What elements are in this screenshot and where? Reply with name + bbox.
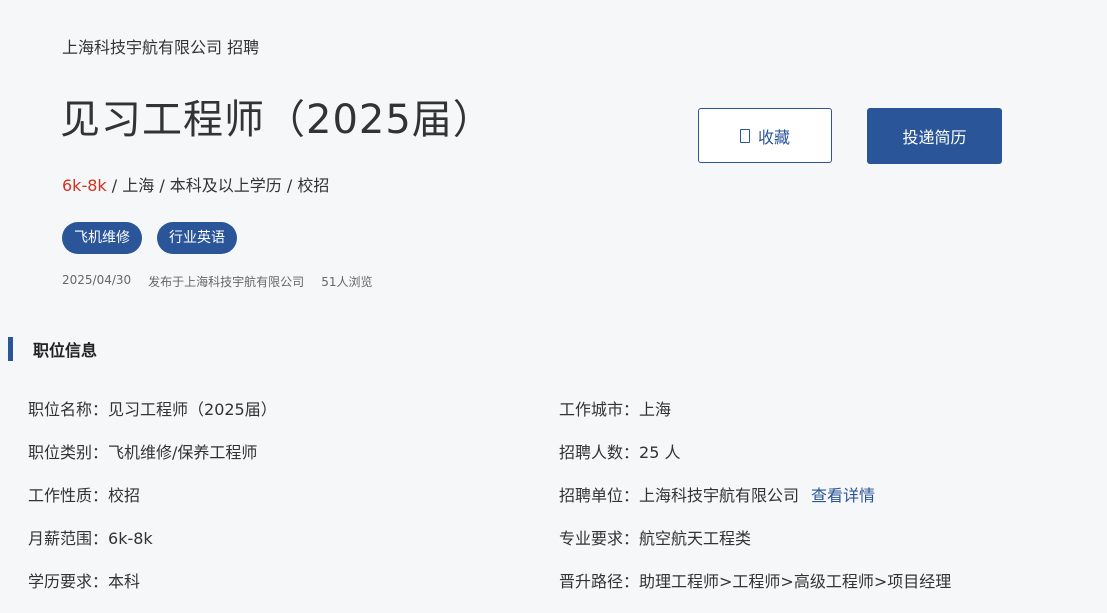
job-meta-line: 6k-8k / 上海 / 本科及以上学历 / 校招 [62,172,329,196]
info-value: 飞机维修/保养工程师 [108,443,258,462]
info-row-job-name: 职位名称：见习工程师（2025届） [28,398,277,441]
view-details-link[interactable]: 查看详情 [811,486,875,505]
info-row-headcount: 招聘人数：25 人 [559,441,951,484]
info-value: 航空航天工程类 [639,529,752,548]
section-title: 职位信息 [33,341,98,360]
apply-resume-button[interactable]: 投递简历 [867,108,1002,164]
info-row-employer: 招聘单位：上海科技宇航有限公司 查看详情 [559,484,951,527]
info-value: 助理工程师>工程师>高级工程师>项目经理 [639,572,952,591]
info-value: 校招 [108,486,141,505]
info-value: 上海 [639,400,672,419]
salary-range: 6k-8k [62,176,107,195]
info-label: 招聘单位： [559,486,640,505]
info-value: 25 人 [639,443,681,462]
info-row-job-category: 职位类别：飞机维修/保养工程师 [28,441,277,484]
section-accent-bar [8,337,13,361]
info-label: 晋升路径： [559,572,640,591]
view-count: 51人浏览 [321,275,373,289]
info-row-city: 工作城市：上海 [559,398,951,441]
info-label: 专业要求： [559,529,640,548]
info-label: 职位名称： [28,400,109,419]
publish-info: 2025/04/30 发布于上海科技宇航有限公司 51人浏览 [62,273,372,290]
info-row-career-path: 晋升路径：助理工程师>工程师>高级工程师>项目经理 [559,570,951,613]
publish-date: 2025/04/30 [62,273,132,287]
info-label: 工作城市： [559,400,640,419]
favorite-label: 收藏 [757,127,790,147]
skill-tag[interactable]: 行业英语 [157,222,237,254]
info-row-salary: 月薪范围：6k-8k [28,527,277,570]
job-title: 见习工程师（2025届） [60,97,494,143]
info-label: 工作性质： [28,486,109,505]
info-value: 见习工程师（2025届） [108,400,277,419]
job-meta-details: / 上海 / 本科及以上学历 / 校招 [106,176,330,195]
info-label: 招聘人数： [559,443,640,462]
info-label: 学历要求： [28,572,109,591]
skill-tag[interactable]: 飞机维修 [62,222,142,254]
job-info-left: 职位名称：见习工程师（2025届） 职位类别：飞机维修/保养工程师 工作性质：校… [28,398,277,613]
info-row-major: 专业要求：航空航天工程类 [559,527,951,570]
info-value: 6k-8k [108,529,153,548]
job-info-right: 工作城市：上海 招聘人数：25 人 招聘单位：上海科技宇航有限公司 查看详情 专业… [559,398,951,613]
info-value: 上海科技宇航有限公司 [639,486,800,505]
info-label: 职位类别： [28,443,109,462]
info-row-job-type: 工作性质：校招 [28,484,277,527]
company-recruit-line: 上海科技宇航有限公司 招聘 [62,38,260,57]
favorite-button[interactable]: 收藏 [698,108,832,163]
section-header: 职位信息 [8,337,97,361]
publisher: 发布于上海科技宇航有限公司 [148,275,305,289]
info-value: 本科 [108,572,141,591]
info-label: 月薪范围： [28,529,109,548]
skill-tags: 飞机维修 行业英语 [62,222,237,254]
info-row-education: 学历要求：本科 [28,570,277,613]
bookmark-icon [739,128,750,143]
